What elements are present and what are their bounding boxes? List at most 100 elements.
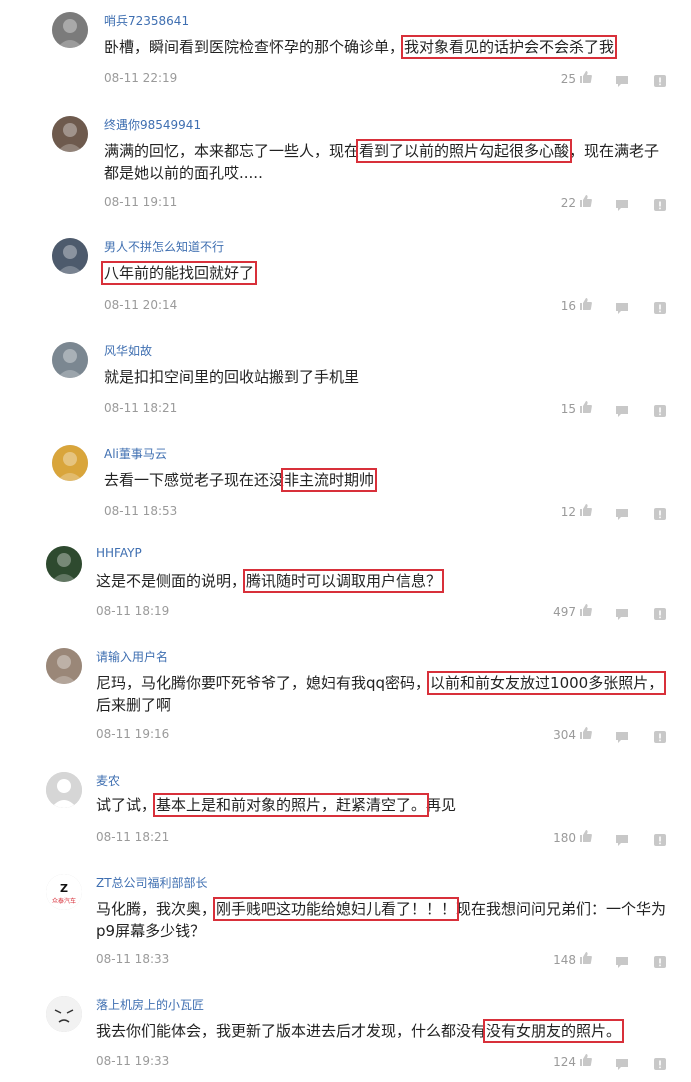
user-avatar[interactable] <box>52 12 88 48</box>
like-count: 180 <box>553 830 576 845</box>
like-count: 497 <box>553 604 576 619</box>
thumbs-up-icon <box>579 298 592 313</box>
like-count: 16 <box>560 298 576 313</box>
like-button[interactable]: 25 <box>561 71 592 86</box>
username-link[interactable]: HHFAYP <box>96 546 142 560</box>
like-button[interactable]: 15 <box>561 401 592 416</box>
thumbs-up-icon <box>579 830 592 845</box>
comment-timestamp: 08-11 18:21 <box>96 830 170 844</box>
speech-bubble-icon[interactable] <box>615 1055 629 1070</box>
comment-text-part: 马化腾，我次奥， <box>96 900 217 918</box>
comment-text: 就是扣扣空间里的回收站搬到了手机里 <box>104 366 670 388</box>
speech-bubble-icon[interactable] <box>615 505 629 520</box>
comment-text-part: 去看一下感觉老子现在还没 <box>104 471 285 489</box>
speech-bubble-icon[interactable] <box>615 953 629 968</box>
speech-bubble-icon[interactable] <box>615 196 629 211</box>
like-button[interactable]: 148 <box>553 952 592 967</box>
user-avatar[interactable] <box>52 238 88 274</box>
user-avatar[interactable] <box>46 546 82 582</box>
comment-text-part: 尼玛，马化腾你要吓死爷爷了，媳妇有我qq密码， <box>96 674 431 692</box>
user-avatar[interactable] <box>46 648 82 684</box>
exclamation-icon[interactable] <box>653 728 667 743</box>
speech-bubble-icon[interactable] <box>615 605 629 620</box>
user-avatar[interactable] <box>46 772 82 808</box>
like-button[interactable]: 304 <box>553 727 592 742</box>
username-link[interactable]: 请输入用户名 <box>96 648 168 665</box>
comment-text-part: 这是不是侧面的说明， <box>96 572 247 590</box>
like-count: 124 <box>553 1054 576 1069</box>
thumbs-up-icon <box>579 727 592 742</box>
thumbs-up-icon <box>579 504 592 519</box>
highlighted-comment-text: 以前和前女友放过1000多张照片， <box>427 671 667 695</box>
comment-text-part: 就是扣扣空间里的回收站搬到了手机里 <box>104 368 360 386</box>
highlighted-comment-text: 我对象看见的话护会不会杀了我 <box>401 35 618 59</box>
speech-bubble-icon[interactable] <box>615 831 629 846</box>
like-button[interactable]: 180 <box>553 830 592 845</box>
comment-text-part: 再见 <box>426 796 457 814</box>
user-avatar[interactable] <box>46 996 82 1032</box>
thumbs-up-icon <box>579 604 592 619</box>
comment-timestamp: 08-11 18:19 <box>96 604 170 618</box>
speech-bubble-icon[interactable] <box>615 402 629 417</box>
exclamation-icon[interactable] <box>653 196 667 211</box>
user-avatar[interactable] <box>52 342 88 378</box>
exclamation-icon[interactable] <box>653 72 667 87</box>
like-count: 25 <box>560 71 576 86</box>
like-count: 15 <box>560 401 576 416</box>
comment-text: 试了试，基本上是和前对象的照片，赶紧清空了。再见 <box>96 793 670 817</box>
highlighted-comment-text: 非主流时期帅 <box>281 468 378 492</box>
username-link[interactable]: ZT总公司福利部部长 <box>96 874 208 891</box>
exclamation-icon[interactable] <box>653 953 667 968</box>
speech-bubble-icon[interactable] <box>615 728 629 743</box>
username-link[interactable]: 风华如故 <box>104 342 152 359</box>
user-avatar[interactable] <box>52 445 88 481</box>
comment-text: 我去你们能体会，我更新了版本进去后才发现，什么都没有没有女朋友的照片。 <box>96 1019 670 1043</box>
like-button[interactable]: 12 <box>561 504 592 519</box>
thumbs-up-icon <box>579 71 592 86</box>
comment-text: 去看一下感觉老子现在还没非主流时期帅 <box>104 468 670 492</box>
exclamation-icon[interactable] <box>653 831 667 846</box>
comment-timestamp: 08-11 22:19 <box>104 71 178 85</box>
comment-timestamp: 08-11 18:33 <box>96 952 170 966</box>
highlighted-comment-text: 基本上是和前对象的照片，赶紧清空了。 <box>153 793 430 817</box>
username-link[interactable]: Ali董事马云 <box>104 445 167 462</box>
like-button[interactable]: 124 <box>553 1054 592 1069</box>
comment-text: 这是不是侧面的说明，腾讯随时可以调取用户信息？ <box>96 569 670 593</box>
like-button[interactable]: 16 <box>561 298 592 313</box>
comment-timestamp: 08-11 20:14 <box>104 298 178 312</box>
comment-timestamp: 08-11 18:53 <box>104 504 178 518</box>
speech-bubble-icon[interactable] <box>615 72 629 87</box>
username-link[interactable]: 男人不拼怎么知道不行 <box>104 238 224 255</box>
username-link[interactable]: 麦农 <box>96 772 120 789</box>
thumbs-up-icon <box>579 1054 592 1069</box>
speech-bubble-icon[interactable] <box>615 299 629 314</box>
username-link[interactable]: 终遇你98549941 <box>104 116 201 133</box>
exclamation-icon[interactable] <box>653 505 667 520</box>
username-link[interactable]: 落上机房上的小瓦匠 <box>96 996 204 1013</box>
user-avatar[interactable]: Z 众泰汽车 <box>46 874 82 910</box>
highlighted-comment-text: 八年前的能找回就好了 <box>100 261 258 285</box>
comment-text-part: 卧槽，瞬间看到医院检查怀孕的那个确诊单， <box>104 38 405 56</box>
comment-text-part: 我去你们能体会，我更新了版本进去后才发现，什么都没有 <box>96 1022 487 1040</box>
comment-text: 八年前的能找回就好了 <box>100 261 670 285</box>
exclamation-icon[interactable] <box>653 402 667 417</box>
highlighted-comment-text: 看到了以前的照片勾起很多心酸 <box>356 139 573 163</box>
user-avatar[interactable] <box>52 116 88 152</box>
like-button[interactable]: 497 <box>553 604 592 619</box>
svg-text:Z: Z <box>60 882 68 895</box>
exclamation-icon[interactable] <box>653 1055 667 1070</box>
like-count: 148 <box>553 952 576 967</box>
exclamation-icon[interactable] <box>653 605 667 620</box>
comment-text: 满满的回忆，本来都忘了一些人，现在看到了以前的照片勾起很多心酸，现在满老子都是她… <box>104 139 670 184</box>
highlighted-comment-text: 刚手贱吧这功能给媳妇儿看了！！！ <box>213 897 460 921</box>
highlighted-comment-text: 没有女朋友的照片。 <box>483 1019 625 1043</box>
exclamation-icon[interactable] <box>653 299 667 314</box>
username-link[interactable]: 哨兵72358641 <box>104 12 189 29</box>
comment-timestamp: 08-11 19:16 <box>96 727 170 741</box>
like-button[interactable]: 22 <box>561 195 592 210</box>
comment-text-part: 满满的回忆，本来都忘了一些人，现在 <box>104 142 360 160</box>
like-count: 304 <box>553 727 576 742</box>
comment-timestamp: 08-11 18:21 <box>104 401 178 415</box>
comment-text: 卧槽，瞬间看到医院检查怀孕的那个确诊单，我对象看见的话护会不会杀了我 <box>104 35 670 59</box>
thumbs-up-icon <box>579 401 592 416</box>
